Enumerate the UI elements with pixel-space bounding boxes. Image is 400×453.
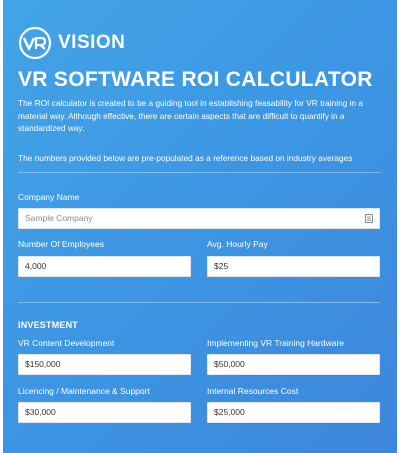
investment-heading: INVESTMENT (18, 320, 79, 330)
page-title: VR SOFTWARE ROI CALCULATOR (18, 68, 373, 91)
vr-logo-icon (18, 26, 52, 60)
divider (18, 302, 380, 303)
content-dev-label: VR Content Development (18, 338, 115, 348)
reference-note: The numbers provided below are pre-popul… (18, 153, 353, 163)
company-name-placeholder: Sample Company (25, 213, 93, 223)
content-dev-input[interactable]: $150,000 (18, 354, 191, 375)
licensing-input[interactable]: $30,000 (18, 402, 191, 423)
roi-calculator-card: VISION VR SOFTWARE ROI CALCULATOR The RO… (3, 0, 397, 453)
employees-input[interactable]: 4,000 (18, 256, 191, 277)
licensing-label: Licencing / Maintenance & Support (18, 386, 150, 396)
contact-card-icon (365, 214, 373, 223)
hourly-pay-input[interactable]: $25 (207, 256, 380, 277)
intro-paragraph: The ROI calculator is created to be a gu… (18, 98, 363, 133)
brand-logo: VISION (18, 26, 125, 60)
internal-resources-input[interactable]: $25,000 (207, 402, 380, 423)
hourly-pay-label: Avg. Hourly Pay (207, 239, 268, 249)
employees-label: Number Of Employees (18, 239, 104, 249)
company-name-input[interactable]: Sample Company (18, 208, 380, 229)
hardware-label: Implementing VR Training Hardware (207, 338, 345, 348)
company-name-label: Company Name (18, 192, 80, 202)
brand-name: VISION (58, 32, 126, 53)
divider (18, 172, 380, 173)
internal-resources-label: Internal Resources Cost (207, 386, 299, 396)
hardware-input[interactable]: $50,000 (207, 354, 380, 375)
